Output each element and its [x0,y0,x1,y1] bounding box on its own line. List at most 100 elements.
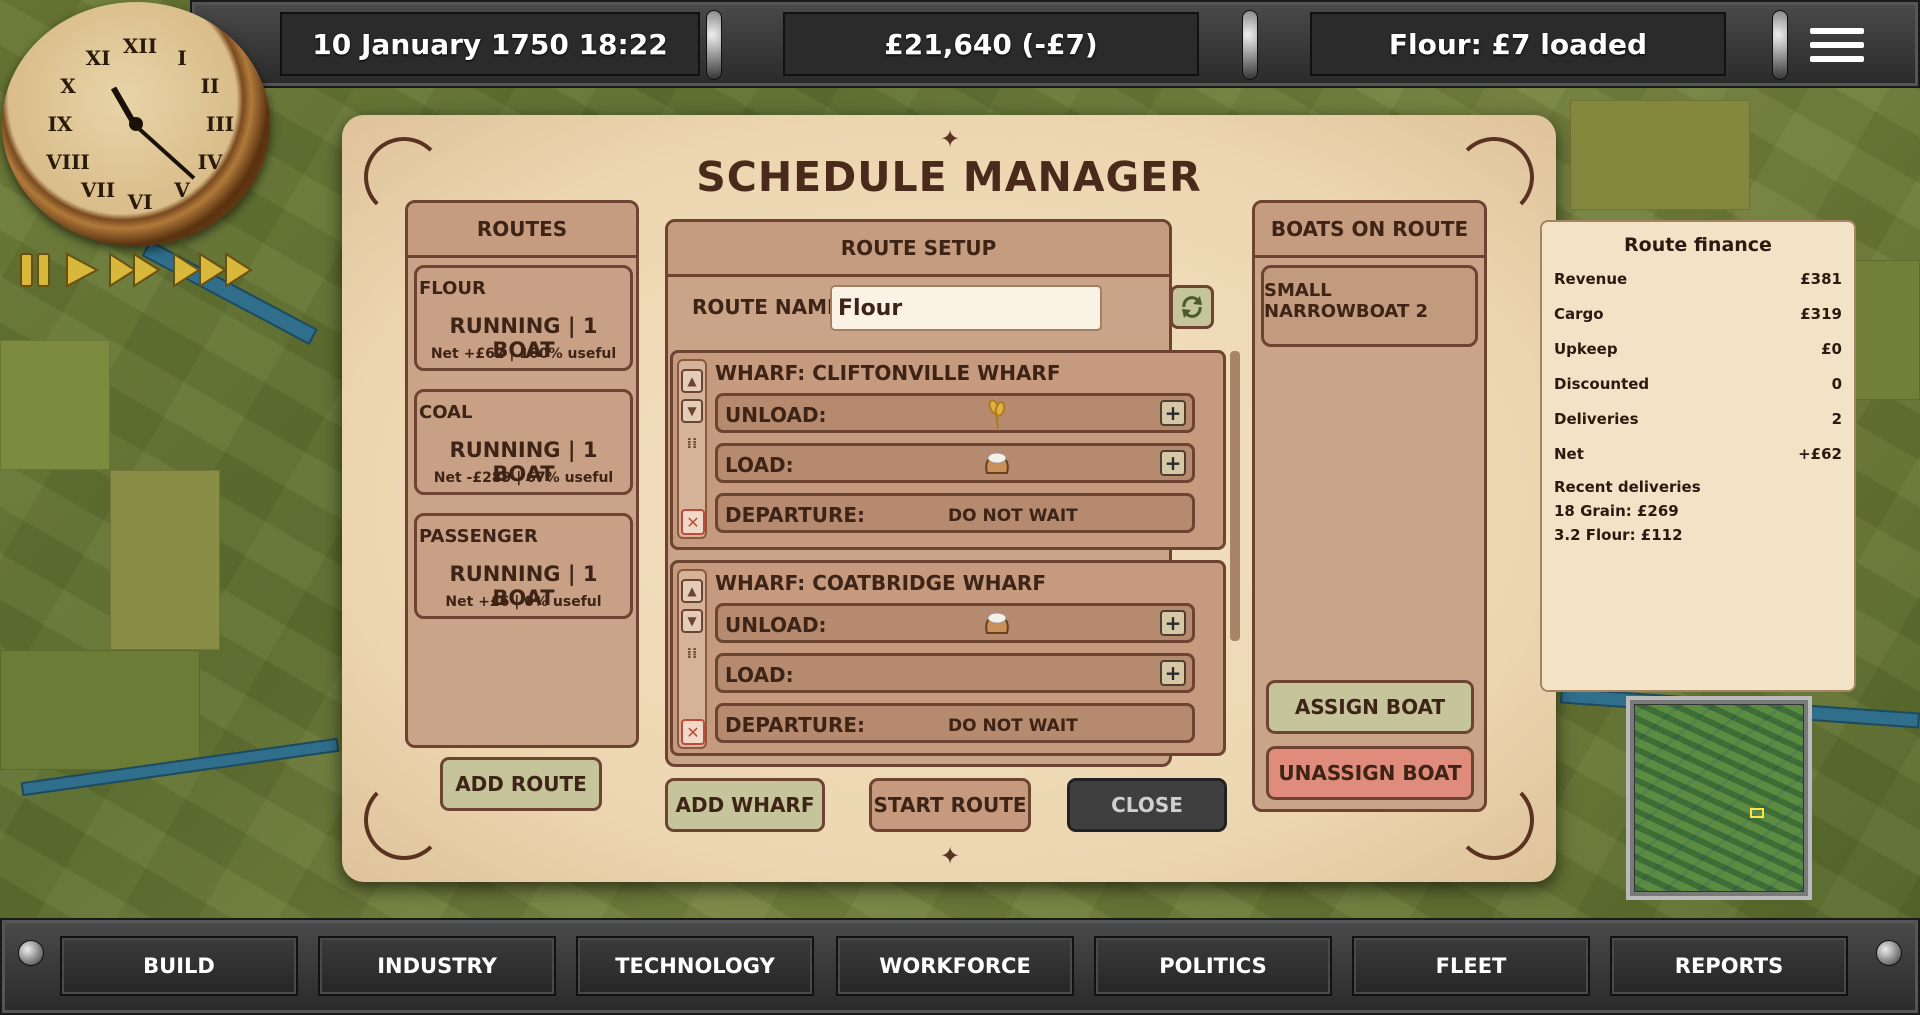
finance-label: Upkeep [1554,340,1618,358]
boat-card[interactable]: SMALL NARROWBOAT 2 [1261,265,1478,347]
remove-wharf-button[interactable]: ✕ [681,509,705,535]
wharf-reorder-controls: ▲ ▼ ⁞⁞ ✕ [677,359,707,539]
nav-politics[interactable]: POLITICS [1094,936,1332,996]
clock-numeral: VII [80,178,116,202]
money-display: £21,640 (-£7) [783,12,1199,76]
load-label: LOAD: [725,453,794,477]
add-unload-cargo-button[interactable]: + [1160,400,1186,426]
finance-label: Deliveries [1554,410,1639,428]
nav-workforce[interactable]: WORKFORCE [836,936,1074,996]
rivet-icon [1876,940,1902,966]
clock-numeral: IX [47,112,73,136]
nav-fleet[interactable]: FLEET [1352,936,1590,996]
boats-header: BOATS ON ROUTE [1255,203,1484,258]
clock-numeral: IV [197,150,223,174]
bottom-ornament-icon: ✦ [940,842,961,870]
wharf-reorder-controls: ▲ ▼ ⁞⁞ ✕ [677,569,707,749]
move-up-button[interactable]: ▲ [681,369,703,393]
drag-handle-icon[interactable]: ⁞⁞ [684,647,700,679]
start-route-button[interactable]: START ROUTE [869,778,1031,832]
move-down-button[interactable]: ▼ [681,609,703,633]
top-ornament-icon: ✦ [940,125,961,153]
minimap-viewport[interactable] [1750,808,1764,818]
add-load-cargo-button[interactable]: + [1160,450,1186,476]
route-card-flour[interactable]: FLOUR RUNNING | 1 BOAT Net +£62 | 100% u… [414,265,633,371]
nav-technology[interactable]: TECHNOLOGY [576,936,814,996]
pause-icon[interactable] [18,250,52,290]
flour-sack-icon [985,612,1009,634]
wharf-list-scrollbar[interactable] [1230,351,1240,641]
routes-header: ROUTES [408,203,636,258]
nav-reports[interactable]: REPORTS [1610,936,1848,996]
grain-icon [988,399,1006,430]
clock-numeral: XII [122,34,158,58]
unload-label: UNLOAD: [725,613,827,637]
nav-build[interactable]: BUILD [60,936,298,996]
route-card-coal[interactable]: COAL RUNNING | 1 BOAT Net -£289 | 67% us… [414,389,633,495]
rivet-icon [706,10,722,80]
recent-deliveries-title: Recent deliveries [1554,478,1701,496]
load-row: LOAD: + [715,653,1195,693]
finance-label: Discounted [1554,375,1650,393]
minimap[interactable] [1626,696,1812,900]
rivet-icon [1242,10,1258,80]
finance-row: Net +£62 [1554,445,1842,463]
departure-row[interactable]: DEPARTURE: DO NOT WAIT [715,493,1195,533]
departure-row[interactable]: DEPARTURE: DO NOT WAIT [715,703,1195,743]
finance-value: 0 [1831,375,1842,393]
load-label: LOAD: [725,663,794,687]
finance-row: Revenue £381 [1554,270,1842,288]
remove-wharf-button[interactable]: ✕ [681,719,705,745]
route-card-passenger[interactable]: PASSENGER RUNNING | 1 BOAT Net +£6 | 0% … [414,513,633,619]
wharf-stop: ▲ ▼ ⁞⁞ ✕ WHARF: CLIFTONVILLE WHARF UNLOA… [670,350,1226,550]
add-unload-cargo-button[interactable]: + [1160,610,1186,636]
recent-delivery: 18 Grain: £269 [1554,502,1679,520]
nav-industry[interactable]: INDUSTRY [318,936,556,996]
fast-forward-icon[interactable] [108,250,162,290]
hamburger-menu-icon[interactable] [1810,24,1864,64]
status-message: Flour: £7 loaded [1310,12,1726,76]
close-button[interactable]: CLOSE [1067,778,1227,832]
finance-value: £0 [1821,340,1842,358]
move-up-button[interactable]: ▲ [681,579,703,603]
clock-numeral: XI [85,46,111,70]
wharf-title: WHARF: CLIFTONVILLE WHARF [715,361,1061,385]
minute-hand [134,124,196,180]
route-summary: Net -£289 | 67% useful [433,470,614,486]
add-load-cargo-button[interactable]: + [1160,660,1186,686]
departure-label: DEPARTURE: [725,503,866,527]
route-name-input[interactable] [830,285,1102,331]
move-down-button[interactable]: ▼ [681,399,703,423]
finance-value: £319 [1800,305,1842,323]
clock-numeral: II [200,74,220,98]
route-finance-panel: Route finance Revenue £381 Cargo £319 Upke… [1540,220,1856,692]
unload-label: UNLOAD: [725,403,827,427]
add-route-button[interactable]: ADD ROUTE [440,757,602,811]
finance-row: Discounted 0 [1554,375,1842,393]
route-summary: Net +£6 | 0% useful [445,594,602,610]
assign-boat-button[interactable]: ASSIGN BOAT [1266,680,1474,734]
clock-icon: XII I II III IV V VI VII VIII IX X XI [2,2,270,246]
play-icon[interactable] [64,250,100,290]
fastest-forward-icon[interactable] [172,250,258,290]
route-setup-header: ROUTE SETUP [668,222,1169,277]
rivet-icon [1772,10,1788,80]
route-name: FLOUR [419,278,486,299]
drag-handle-icon[interactable]: ⁞⁞ [684,437,700,469]
unload-row: UNLOAD: + [715,603,1195,643]
date-time-display: 10 January 1750 18:22 [280,12,700,76]
departure-value: DO NOT WAIT [948,716,1078,736]
refresh-button[interactable] [1170,285,1214,329]
minimap-terrain [1634,704,1804,892]
load-row: LOAD: + [715,443,1195,483]
routes-panel: ROUTES FLOUR RUNNING | 1 BOAT Net +£62 |… [405,200,639,748]
route-summary: Net +£62 | 100% useful [430,346,617,362]
clock-numeral: III [205,112,235,136]
clock-numeral: X [60,74,76,98]
recent-delivery: 3.2 Flour: £112 [1554,526,1683,544]
add-wharf-button[interactable]: ADD WHARF [665,778,825,832]
unassign-boat-button[interactable]: UNASSIGN BOAT [1266,746,1474,800]
flour-sack-icon [985,452,1009,474]
wharf-stop: ▲ ▼ ⁞⁞ ✕ WHARF: COATBRIDGE WHARF UNLOAD:… [670,560,1226,756]
finance-label: Revenue [1554,270,1628,288]
